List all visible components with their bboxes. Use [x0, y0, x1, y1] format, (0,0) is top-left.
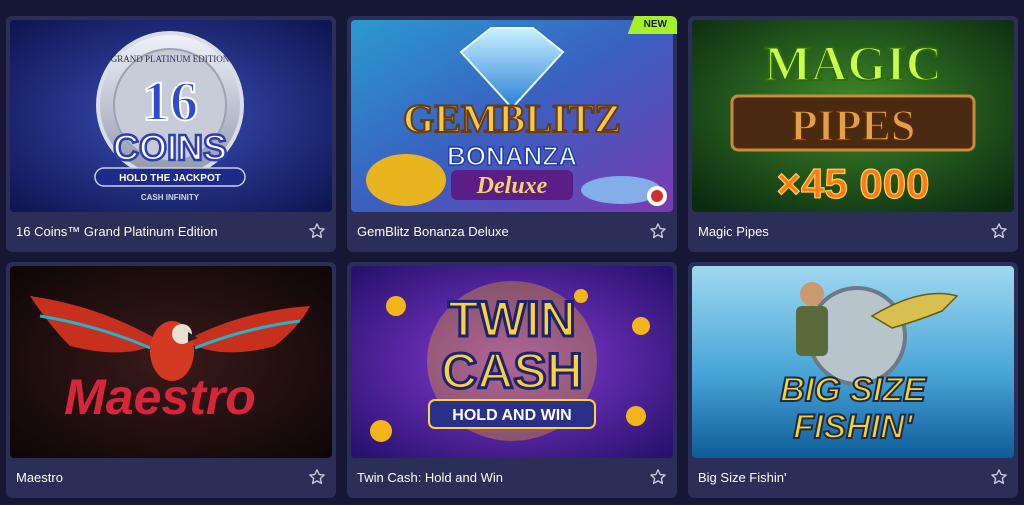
game-title[interactable]: Big Size Fishin'	[698, 470, 786, 485]
game-art-maestro: Maestro	[10, 266, 332, 458]
game-title[interactable]: Twin Cash: Hold and Win	[357, 470, 503, 485]
art-text-sub: CASH INFINITY	[141, 193, 200, 202]
game-art-16-coins: GRAND PLATINUM EDITION 16 COINS HOLD THE…	[10, 20, 332, 212]
art-text-line2: COINS	[113, 127, 227, 168]
art-text-line3: HOLD THE JACKPOT	[119, 173, 221, 184]
art-text-line3: HOLD AND WIN	[452, 407, 571, 424]
art-text-line1: GEMBLITZ	[403, 96, 621, 141]
game-art-twin-cash: TWIN CASH HOLD AND WIN	[351, 266, 673, 458]
art-text-line1: BIG SIZE	[780, 371, 927, 409]
game-thumbnail[interactable]: GEMBLITZ BONANZA Deluxe	[351, 20, 673, 212]
art-text-line1: Maestro	[64, 369, 256, 425]
game-card-magic-pipes[interactable]: MAGIC PIPES ×45 000 Magic Pipes	[688, 16, 1018, 252]
art-text-line1: MAGIC	[764, 35, 942, 91]
game-grid: GRAND PLATINUM EDITION 16 COINS HOLD THE…	[0, 0, 1024, 505]
game-thumbnail[interactable]: MAGIC PIPES ×45 000	[692, 20, 1014, 212]
star-outline-icon[interactable]	[990, 222, 1008, 240]
game-card-16-coins[interactable]: GRAND PLATINUM EDITION 16 COINS HOLD THE…	[6, 16, 336, 252]
art-text-ring: GRAND PLATINUM EDITION	[111, 54, 230, 64]
star-outline-icon[interactable]	[649, 468, 667, 486]
star-outline-icon[interactable]	[308, 468, 326, 486]
art-text-line1: TWIN	[448, 291, 576, 347]
star-outline-icon[interactable]	[308, 222, 326, 240]
game-title[interactable]: GemBlitz Bonanza Deluxe	[357, 224, 509, 239]
game-card-twin-cash[interactable]: TWIN CASH HOLD AND WIN Twin Cash: Hold a…	[347, 262, 677, 498]
game-thumbnail[interactable]: BIG SIZE FISHIN'	[692, 266, 1014, 458]
art-text-line2: FISHIN'	[793, 408, 914, 446]
art-text-line3: ×45 000	[777, 160, 930, 207]
game-card-big-size-fishin[interactable]: BIG SIZE FISHIN' Big Size Fishin'	[688, 262, 1018, 498]
art-text-line2: CASH	[441, 343, 583, 399]
game-art-big-size-fishin: BIG SIZE FISHIN'	[692, 266, 1014, 458]
game-art-magic-pipes: MAGIC PIPES ×45 000	[692, 20, 1014, 212]
art-text-line1: 16	[142, 71, 198, 133]
game-thumbnail[interactable]: Maestro	[10, 266, 332, 458]
art-text-line3: Deluxe	[476, 173, 548, 199]
star-outline-icon[interactable]	[990, 468, 1008, 486]
game-art-gemblitz: GEMBLITZ BONANZA Deluxe	[351, 20, 673, 212]
game-title[interactable]: Magic Pipes	[698, 224, 769, 239]
new-badge: NEW	[627, 16, 677, 34]
art-text-line2: BONANZA	[447, 141, 577, 171]
game-title[interactable]: Maestro	[16, 470, 63, 485]
star-outline-icon[interactable]	[649, 222, 667, 240]
game-thumbnail[interactable]: GRAND PLATINUM EDITION 16 COINS HOLD THE…	[10, 20, 332, 212]
game-card-gemblitz[interactable]: GEMBLITZ BONANZA Deluxe NEW GemBlitz Bon…	[347, 16, 677, 252]
game-card-maestro[interactable]: Maestro Maestro	[6, 262, 336, 498]
game-thumbnail[interactable]: TWIN CASH HOLD AND WIN	[351, 266, 673, 458]
art-text-line2: PIPES	[791, 101, 916, 150]
game-title[interactable]: 16 Coins™ Grand Platinum Edition	[16, 224, 218, 239]
